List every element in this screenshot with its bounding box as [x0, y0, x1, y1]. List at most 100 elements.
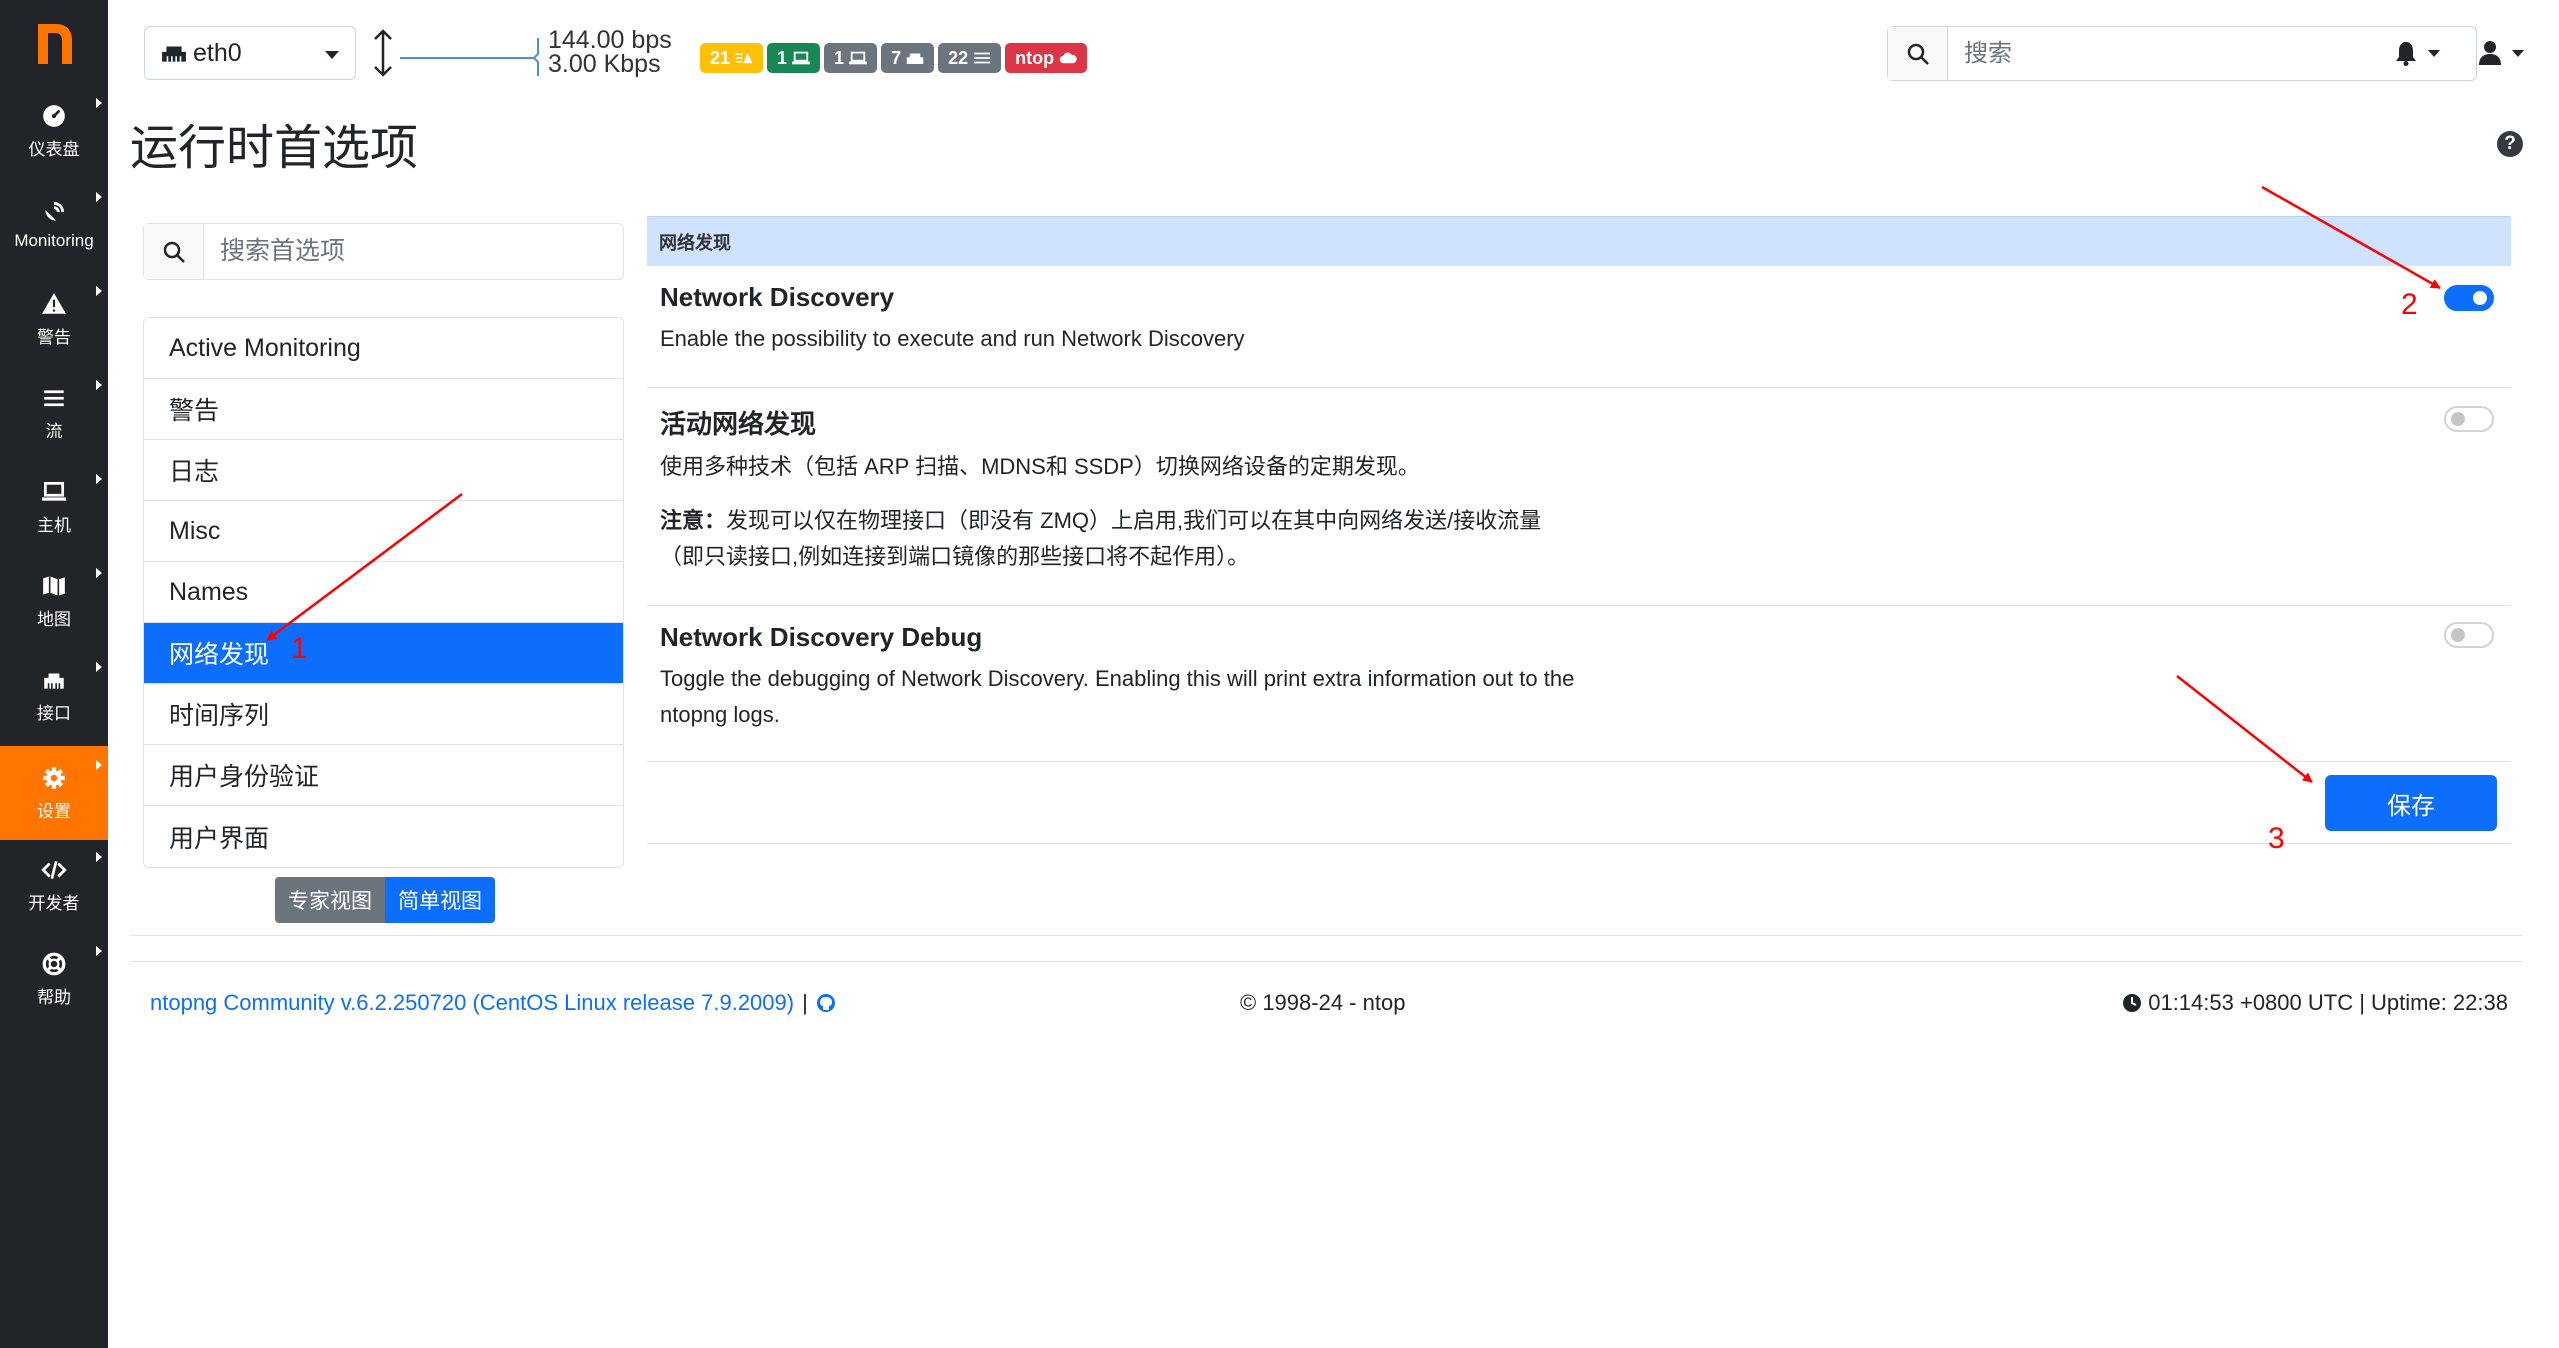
search-icon[interactable]: [1888, 27, 1948, 80]
warning-list-icon: [735, 52, 753, 64]
pref-category-active-monitoring[interactable]: Active Monitoring: [144, 318, 623, 379]
pref-category-network-discovery[interactable]: 网络发现: [144, 623, 623, 684]
life-ring-icon: [42, 952, 66, 975]
save-button[interactable]: 保存: [2325, 775, 2497, 831]
dashboard-icon: [43, 104, 65, 127]
sidebar-item-alerts[interactable]: 警告: [0, 272, 108, 366]
network-discovery-toggle[interactable]: [2444, 285, 2494, 311]
footer-time: 01:14:53 +0800 UTC | Uptime: 22:38: [2122, 990, 2508, 1016]
view-mode-toggle: 专家视图 简单视图: [275, 877, 495, 923]
sidebar-item-label: 警告: [37, 327, 71, 347]
sidebar-item-developer[interactable]: 开发者: [0, 838, 108, 932]
setting-active-network-discovery: 活动网络发现 使用多种技术（包括 ARP 扫描、MDNS和 SSDP）切换网络设…: [647, 388, 2511, 606]
ethernet-icon: [44, 673, 64, 689]
ethernet-icon: [906, 53, 924, 64]
setting-note: 注意：发现可以仅在物理接口（即没有 ZMQ）上启用,我们可以在其中向网络发送/接…: [660, 503, 1580, 575]
traffic-sparkline: [400, 38, 539, 76]
global-search: [1887, 26, 2477, 81]
pref-category-logs[interactable]: 日志: [144, 440, 623, 501]
preferences-search: [143, 223, 624, 280]
local-hosts-badge[interactable]: 1: [767, 43, 821, 73]
warning-icon: [42, 292, 66, 314]
devices-badge[interactable]: 7: [881, 43, 935, 73]
setting-title: 活动网络发现: [660, 409, 817, 439]
up-down-arrows-icon: [374, 29, 392, 77]
code-icon: [41, 860, 67, 879]
footer-version: ntopng Community v.6.2.250720 (CentOS Li…: [150, 990, 836, 1016]
notifications-menu[interactable]: [2394, 40, 2440, 66]
rate-upload: 144.00 bps: [548, 26, 672, 54]
interface-select[interactable]: eth0: [144, 26, 356, 80]
setting-network-discovery: Network Discovery Enable the possibility…: [647, 266, 2511, 388]
footer-divider: [130, 935, 2523, 936]
version-link[interactable]: ntopng Community v.6.2.250720 (CentOS Li…: [150, 990, 794, 1016]
footer-copyright: © 1998-24 - ntop: [1240, 990, 1406, 1015]
simple-view-button[interactable]: 简单视图: [385, 877, 495, 923]
cloud-icon: [1059, 52, 1077, 64]
footer-divider: [130, 961, 2523, 962]
remote-hosts-badge[interactable]: 1: [824, 43, 878, 73]
sidebar-item-flows[interactable]: 流: [0, 366, 108, 460]
sidebar-item-label: 仪表盘: [28, 139, 80, 159]
network-discovery-debug-toggle[interactable]: [2444, 622, 2494, 648]
preferences-category-list: Active Monitoring 警告 日志 Misc Names 网络发现 …: [143, 317, 624, 868]
top-bar: eth0 144.00 bps 3.00 Kbps 21 1 1 7 22 nt…: [108, 0, 2559, 104]
sidebar-item-hosts[interactable]: 主机: [0, 460, 108, 554]
pref-category-misc[interactable]: Misc: [144, 501, 623, 562]
sidebar-item-settings[interactable]: 设置: [0, 746, 108, 840]
stream-icon: [44, 389, 64, 406]
footer-separator: |: [802, 990, 808, 1015]
setting-description: Enable the possibility to execute and ru…: [660, 326, 1245, 351]
sidebar-item-label: 地图: [37, 609, 71, 629]
active-network-discovery-toggle[interactable]: [2444, 406, 2494, 432]
flows-badge[interactable]: 22: [938, 43, 1002, 73]
page-title: 运行时首选项: [130, 122, 419, 175]
interface-name: eth0: [193, 38, 242, 67]
sidebar-item-interfaces[interactable]: 接口: [0, 648, 108, 742]
user-menu[interactable]: [2478, 40, 2524, 66]
sidebar-item-label: Monitoring: [14, 231, 94, 250]
alerts-badge[interactable]: 21: [700, 43, 764, 73]
preferences-search-input[interactable]: [204, 224, 623, 279]
satellite-dish-icon: [45, 201, 65, 221]
pref-category-timeseries[interactable]: 时间序列: [144, 684, 623, 745]
sidebar-item-monitoring[interactable]: Monitoring: [0, 178, 108, 272]
help-icon[interactable]: ?: [2497, 131, 2523, 157]
sidebar-item-label: 设置: [37, 801, 71, 821]
chevron-down-icon: [325, 51, 339, 59]
laptop-icon: [792, 51, 811, 65]
gear-icon: [43, 766, 65, 789]
pref-category-names[interactable]: Names: [144, 562, 623, 623]
rate-download: 3.00 Kbps: [548, 50, 661, 78]
note-label: 注意：: [660, 508, 727, 533]
ntopng-logo[interactable]: [32, 18, 76, 66]
traffic-rates: 144.00 bps 3.00 Kbps: [548, 26, 672, 78]
annotation-label-3: 3: [2268, 822, 2285, 855]
sidebar-item-label: 流: [45, 421, 63, 441]
setting-title: Network Discovery: [660, 282, 895, 312]
clock-icon: [2123, 994, 2142, 1012]
sidebar-item-maps[interactable]: 地图: [0, 554, 108, 648]
ethernet-icon: [162, 46, 186, 62]
user-icon: [2479, 41, 2501, 65]
setting-description: 使用多种技术（包括 ARP 扫描、MDNS和 SSDP）切换网络设备的定期发现。: [660, 454, 1420, 479]
pref-category-alerts[interactable]: 警告: [144, 379, 623, 440]
setting-title: Network Discovery Debug: [660, 622, 983, 652]
sidebar-item-help[interactable]: 帮助: [0, 932, 108, 1026]
ntop-cloud-badge[interactable]: ntop: [1005, 43, 1088, 73]
status-badges: 21 1 1 7 22 ntop: [700, 43, 1088, 73]
sidebar-item-label: 帮助: [37, 987, 71, 1007]
setting-network-discovery-debug: Network Discovery Debug Toggle the debug…: [647, 606, 2511, 762]
sidebar-item-dashboard[interactable]: 仪表盘: [0, 84, 108, 178]
sidebar-item-label: 主机: [37, 515, 71, 535]
section-header: 网络发现: [647, 216, 2511, 266]
pref-category-user-auth[interactable]: 用户身份验证: [144, 745, 623, 806]
server-time-uptime: 01:14:53 +0800 UTC | Uptime: 22:38: [2148, 990, 2508, 1015]
save-row: 保存: [647, 762, 2511, 844]
sidebar-item-label: 接口: [37, 703, 71, 723]
pref-category-user-interface[interactable]: 用户界面: [144, 806, 623, 867]
expert-view-button[interactable]: 专家视图: [275, 877, 385, 923]
github-icon[interactable]: [816, 993, 836, 1013]
sidebar: 仪表盘 Monitoring 警告 流 主机 地图 接口 设置 开发者 帮助: [0, 0, 108, 1348]
search-icon[interactable]: [144, 224, 204, 279]
